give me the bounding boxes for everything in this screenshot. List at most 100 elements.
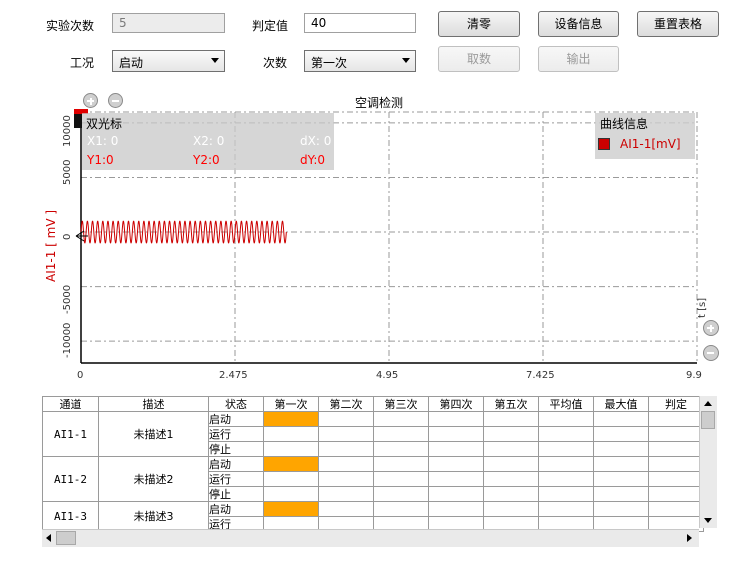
- value-cell[interactable]: [263, 471, 319, 487]
- value-cell[interactable]: [648, 441, 704, 457]
- x-zoom-out-icon[interactable]: [703, 345, 719, 361]
- value-cell[interactable]: [428, 411, 484, 427]
- channel-cell[interactable]: AI1-3: [42, 501, 99, 532]
- value-cell[interactable]: [373, 441, 429, 457]
- cursor-x1: X1: 0: [87, 134, 119, 148]
- data-table[interactable]: 通道 描述 状态 第一次 第二次 第三次 第四次 第五次 平均值 最大值 判定 …: [42, 396, 704, 532]
- value-cell[interactable]: [373, 411, 429, 427]
- value-cell[interactable]: [318, 426, 374, 442]
- scroll-thumb[interactable]: [701, 411, 715, 429]
- value-cell-selected[interactable]: [263, 456, 319, 472]
- value-cell-selected[interactable]: [263, 501, 319, 517]
- value-cell[interactable]: [483, 456, 539, 472]
- value-cell[interactable]: [263, 486, 319, 502]
- value-cell[interactable]: [538, 411, 594, 427]
- value-cell[interactable]: [648, 426, 704, 442]
- vertical-scrollbar[interactable]: [699, 396, 717, 528]
- value-cell[interactable]: [648, 501, 704, 517]
- column-header[interactable]: 描述: [98, 396, 209, 412]
- column-header[interactable]: 第三次: [373, 396, 429, 412]
- value-cell[interactable]: [483, 411, 539, 427]
- state-cell[interactable]: 停止: [208, 441, 264, 457]
- value-cell[interactable]: [538, 456, 594, 472]
- value-cell[interactable]: [373, 456, 429, 472]
- state-cell[interactable]: 运行: [208, 426, 264, 442]
- legend-item: AI1-1[mV]: [620, 137, 681, 151]
- state-cell[interactable]: 停止: [208, 486, 264, 502]
- value-cell[interactable]: [483, 501, 539, 517]
- value-cell[interactable]: [593, 426, 649, 442]
- table-row[interactable]: AI1-1 未描述1 启动: [42, 411, 704, 457]
- x-zoom-in-icon[interactable]: [703, 320, 719, 336]
- description-cell[interactable]: 未描述1: [98, 411, 209, 457]
- state-cell[interactable]: 启动: [208, 456, 264, 472]
- value-cell[interactable]: [318, 501, 374, 517]
- channel-cell[interactable]: AI1-2: [42, 456, 99, 502]
- value-cell[interactable]: [428, 486, 484, 502]
- value-cell[interactable]: [538, 441, 594, 457]
- column-header[interactable]: 状态: [208, 396, 264, 412]
- value-cell[interactable]: [538, 486, 594, 502]
- state-cell[interactable]: 启动: [208, 501, 264, 517]
- value-cell-selected[interactable]: [263, 411, 319, 427]
- value-cell[interactable]: [263, 426, 319, 442]
- value-cell[interactable]: [428, 426, 484, 442]
- scroll-right-arrow-icon[interactable]: [687, 534, 692, 542]
- value-cell[interactable]: [373, 471, 429, 487]
- value-cell[interactable]: [428, 501, 484, 517]
- scroll-up-arrow-icon[interactable]: [704, 401, 712, 406]
- value-cell[interactable]: [593, 456, 649, 472]
- column-header[interactable]: 最大值: [593, 396, 649, 412]
- value-cell[interactable]: [538, 471, 594, 487]
- cursor-handle-black[interactable]: [74, 114, 82, 128]
- channel-cell[interactable]: AI1-1: [42, 411, 99, 457]
- scroll-left-arrow-icon[interactable]: [46, 534, 51, 542]
- value-cell[interactable]: [483, 471, 539, 487]
- value-cell[interactable]: [593, 411, 649, 427]
- value-cell[interactable]: [483, 441, 539, 457]
- value-cell[interactable]: [593, 501, 649, 517]
- value-cell[interactable]: [648, 411, 704, 427]
- horizontal-scrollbar[interactable]: [42, 529, 699, 547]
- value-cell[interactable]: [593, 486, 649, 502]
- state-cell[interactable]: 运行: [208, 471, 264, 487]
- value-cell[interactable]: [263, 441, 319, 457]
- column-header[interactable]: 第五次: [483, 396, 539, 412]
- value-cell[interactable]: [373, 426, 429, 442]
- column-header[interactable]: 第四次: [428, 396, 484, 412]
- value-cell[interactable]: [593, 471, 649, 487]
- column-header[interactable]: 判定: [648, 396, 704, 412]
- table-row[interactable]: AI1-3 未描述3 启动: [42, 501, 704, 532]
- value-cell[interactable]: [428, 456, 484, 472]
- column-header[interactable]: 通道: [42, 396, 99, 412]
- value-cell[interactable]: [373, 501, 429, 517]
- value-cell[interactable]: [318, 441, 374, 457]
- description-cell[interactable]: 未描述2: [98, 456, 209, 502]
- value-cell[interactable]: [648, 456, 704, 472]
- value-cell[interactable]: [318, 411, 374, 427]
- value-cell[interactable]: [428, 441, 484, 457]
- value-cell[interactable]: [538, 501, 594, 517]
- value-cell[interactable]: [483, 426, 539, 442]
- value-cell[interactable]: [593, 441, 649, 457]
- legend-color-swatch[interactable]: [598, 138, 610, 150]
- column-header[interactable]: 第一次: [263, 396, 319, 412]
- column-header[interactable]: 平均值: [538, 396, 594, 412]
- cursor-y1: Y1:0: [87, 153, 114, 167]
- scroll-down-arrow-icon[interactable]: [704, 518, 712, 523]
- value-cell[interactable]: [538, 426, 594, 442]
- value-cell[interactable]: [483, 486, 539, 502]
- value-cell[interactable]: [318, 471, 374, 487]
- column-header[interactable]: 第二次: [318, 396, 374, 412]
- value-cell[interactable]: [318, 486, 374, 502]
- scroll-thumb[interactable]: [56, 531, 76, 545]
- value-cell[interactable]: [648, 471, 704, 487]
- value-cell[interactable]: [428, 471, 484, 487]
- value-cell[interactable]: [318, 456, 374, 472]
- table-row[interactable]: AI1-2 未描述2 启动: [42, 456, 704, 502]
- description-cell[interactable]: 未描述3: [98, 501, 209, 532]
- value-cell[interactable]: [648, 486, 704, 502]
- legend-title: 曲线信息: [600, 117, 649, 131]
- value-cell[interactable]: [373, 486, 429, 502]
- state-cell[interactable]: 启动: [208, 411, 264, 427]
